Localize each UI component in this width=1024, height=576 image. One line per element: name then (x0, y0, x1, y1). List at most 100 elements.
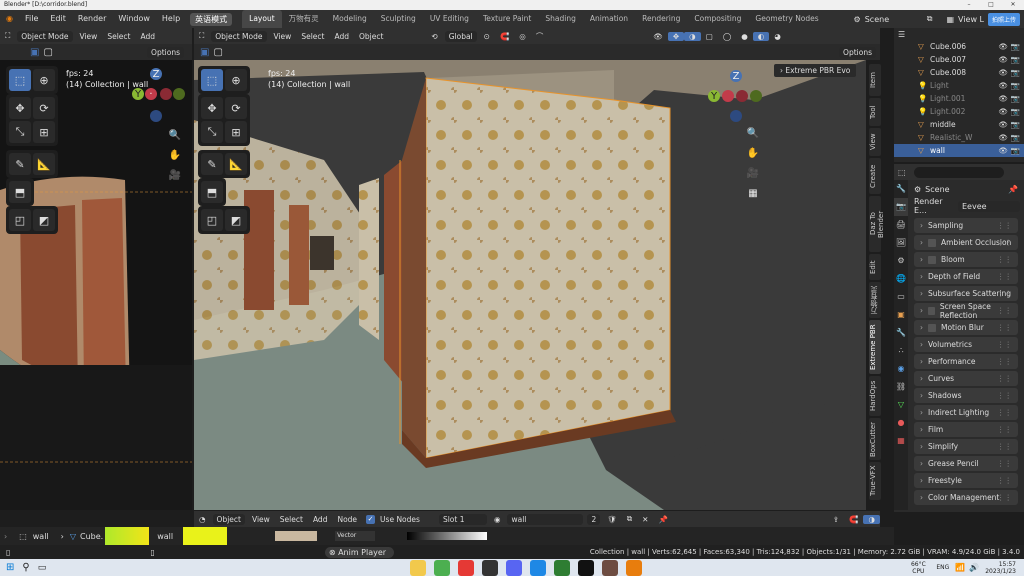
outliner-row[interactable]: ▽ Cube.006 👁 📷 (894, 40, 1024, 53)
render-tab-icon[interactable]: 📷 (894, 198, 908, 216)
main-select-menu[interactable]: Select (296, 32, 329, 41)
workspace-tab[interactable]: Modeling (326, 10, 374, 28)
panel-enable-checkbox[interactable] (928, 255, 936, 264)
main-select-mode-icon[interactable]: ▢ (213, 47, 222, 58)
clock[interactable]: 15:57 2023/1/23 (985, 561, 1016, 575)
workspace-tab[interactable]: Rendering (635, 10, 687, 28)
solid-shading-icon[interactable]: ● (736, 32, 753, 41)
render-camera-icon[interactable]: 📷 (1011, 42, 1020, 51)
panel-drag-handle-icon[interactable]: ⋮⋮ (997, 340, 1012, 349)
left-gizmo-y-icon[interactable]: Y (132, 88, 144, 100)
left-add-menu[interactable]: Add (135, 32, 160, 41)
move-tool-icon[interactable]: ✥ (9, 97, 31, 119)
menu-edit[interactable]: Edit (44, 10, 72, 28)
sidebar-tab[interactable]: Daz To Blender (869, 196, 885, 252)
shader-add-menu[interactable]: Add (308, 515, 333, 524)
sidebar-tab[interactable]: BoxCutter (869, 418, 881, 460)
overlay-toggle-icon[interactable]: ◑ (684, 31, 701, 41)
sidebar-tab[interactable]: Tool (869, 98, 881, 126)
outliner-row[interactable]: ▽ middle 👁 📷 (894, 118, 1024, 131)
left-gizmo-nz-icon[interactable] (150, 110, 162, 122)
wechat-icon[interactable] (554, 559, 571, 576)
visibility-eye-icon[interactable]: 👁 (998, 120, 1008, 129)
scale-tool-icon[interactable]: ⤡ (9, 121, 31, 143)
left-zoom-icon[interactable]: 🔍 (166, 126, 184, 144)
data-tab-icon[interactable]: ▽ (894, 396, 908, 414)
render-panel[interactable]: › Subsurface Scattering ⋮⋮ (914, 286, 1018, 301)
render-camera-icon[interactable]: 📷 (1011, 120, 1020, 129)
slot-dropdown[interactable]: Slot 1 (438, 513, 487, 525)
world-tab-icon[interactable]: 🌐 (894, 270, 908, 288)
outliner-row[interactable]: ▽ wall 👁 📷 (894, 144, 1024, 157)
render-camera-icon[interactable]: 📷 (1011, 133, 1020, 142)
close-button[interactable]: ✕ (1002, 0, 1024, 10)
material-tab-icon[interactable]: ● (894, 414, 908, 432)
panel-drag-handle-icon[interactable]: ⋮⋮ (997, 408, 1012, 417)
browser-icon[interactable] (434, 559, 451, 576)
visibility-eye-icon[interactable]: 👁 (998, 133, 1008, 142)
main-options-dropdown[interactable]: Options (839, 46, 876, 58)
panel-drag-handle-icon[interactable]: ⋮⋮ (997, 357, 1012, 366)
main-gizmo-nx-icon[interactable] (736, 90, 748, 102)
main-zoom-icon[interactable]: 🔍 (744, 124, 762, 142)
edge-icon[interactable] (530, 559, 547, 576)
main-gizmo-y-icon[interactable]: Y (708, 90, 720, 102)
render-camera-icon[interactable]: 📷 (1011, 146, 1020, 155)
sidebar-tab[interactable]: Edit (869, 254, 881, 280)
outliner-row[interactable]: 💡 Light.001 👁 📷 (894, 92, 1024, 105)
color-swatch-1[interactable] (105, 527, 150, 545)
main-rotate-tool-icon[interactable]: ⟳ (225, 97, 247, 119)
anim-player-button[interactable]: ⊗ Anim Player (324, 546, 395, 558)
blender-taskbar-icon[interactable] (626, 559, 643, 576)
npanel-header[interactable]: › Extreme PBR Evo (774, 64, 857, 77)
main-gizmo-ny-icon[interactable] (750, 90, 762, 102)
falloff-icon[interactable]: ⌒ (531, 31, 549, 42)
left-gizmo-nx-icon[interactable] (160, 88, 172, 100)
workspace-tab[interactable]: UV Editing (423, 10, 476, 28)
render-panel[interactable]: › Simplify ⋮⋮ (914, 439, 1018, 454)
render-panel[interactable]: › Motion Blur ⋮⋮ (914, 320, 1018, 335)
new-scene-icon[interactable]: ⧉ (927, 14, 933, 24)
panel-enable-checkbox[interactable] (928, 306, 935, 315)
left-view-menu[interactable]: View (75, 32, 103, 41)
workspace-tab[interactable]: Sculpting (374, 10, 423, 28)
panel-drag-handle-icon[interactable]: ⋮⋮ (997, 425, 1012, 434)
render-panel[interactable]: › Freestyle ⋮⋮ (914, 473, 1018, 488)
material-browse-icon[interactable]: ◉ (489, 515, 506, 524)
left-camera-icon[interactable]: 🎥 (166, 166, 184, 184)
rendered-shading-icon[interactable]: ◕ (769, 32, 786, 41)
main-camera-icon[interactable]: 🎥 (744, 164, 762, 182)
panel-drag-handle-icon[interactable]: ⋮⋮ (997, 442, 1012, 451)
main-editor-type-icon[interactable]: ⛶ (194, 31, 209, 41)
chrome-icon[interactable] (458, 559, 475, 576)
panel-drag-handle-icon[interactable]: ⋮⋮ (997, 255, 1012, 264)
menu-help[interactable]: Help (156, 10, 186, 28)
annotate-tool-icon[interactable]: ✎ (9, 153, 31, 175)
view-layer-tab-icon[interactable]: 🖼 (894, 234, 908, 252)
main-bevel-tool-icon[interactable]: ◰ (201, 209, 223, 231)
menu-window[interactable]: Window (112, 10, 156, 28)
render-camera-icon[interactable]: 📷 (1011, 107, 1020, 116)
render-camera-icon[interactable]: 📷 (1011, 81, 1020, 90)
main-measure-tool-icon[interactable]: 📐 (225, 153, 247, 175)
close-circle-icon[interactable]: ⊗ (329, 548, 336, 557)
left-gizmo-x-icon[interactable]: · (145, 88, 157, 100)
upload-button[interactable]: 拍照上传 (987, 12, 1020, 26)
shader-view-menu[interactable]: View (247, 515, 275, 524)
collection-tab-icon[interactable]: ▭ (894, 288, 908, 306)
sidebar-tab[interactable]: True-VFX (869, 462, 881, 500)
color-swatch-2[interactable] (183, 527, 228, 545)
sidebar-tab[interactable]: 万物有灵 (869, 282, 881, 318)
shader-object-dropdown[interactable]: Object (212, 513, 245, 525)
wifi-icon[interactable]: 📶 (955, 563, 965, 572)
add-cube-tool-icon[interactable]: ⬒ (9, 181, 31, 203)
unlink-material-icon[interactable]: ✕ (637, 515, 653, 524)
sidebar-tab[interactable]: View (869, 128, 881, 156)
select-box-icon[interactable]: ▣ (30, 47, 39, 58)
render-panel[interactable]: › Sampling ⋮⋮ (914, 218, 1018, 233)
workspace-tab[interactable]: Compositing (687, 10, 748, 28)
proportional-edit-icon[interactable]: ◎ (514, 32, 531, 41)
shader-overlay-icon[interactable]: ◑ (863, 514, 880, 524)
netease-icon[interactable] (578, 559, 595, 576)
outliner[interactable]: ☰ ▽ Cube.006 👁 📷 ▽ Cube.007 👁 📷 ▽ Cube.008 👁 📷 💡 Ligh… (894, 28, 1024, 162)
